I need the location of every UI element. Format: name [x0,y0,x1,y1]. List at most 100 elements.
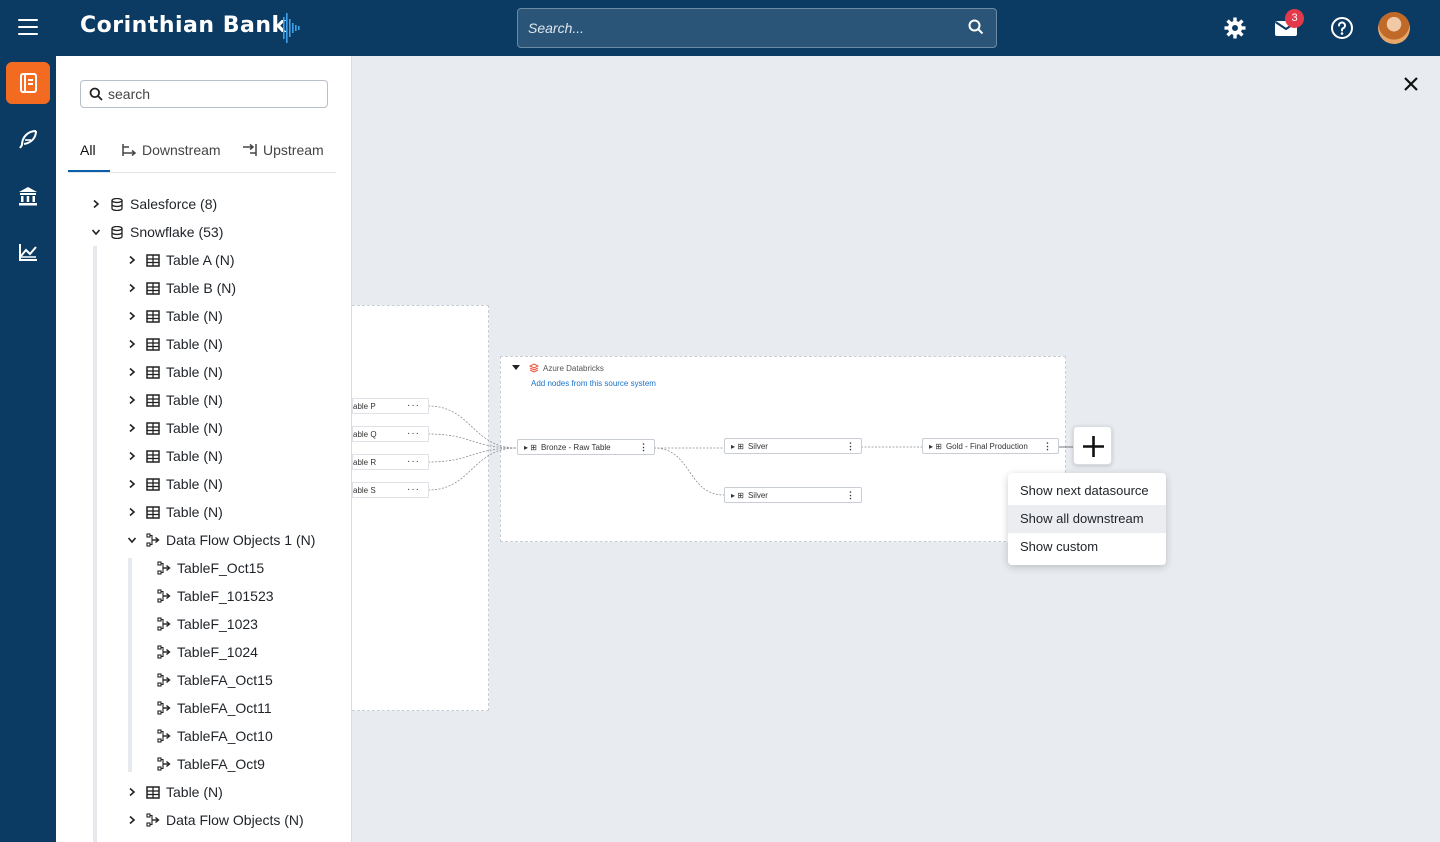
node-silver-1[interactable]: ▸ ⊞ Silver ⋮ [724,438,862,454]
left-node[interactable]: able R ··· [352,454,429,470]
lineage-panel: All Downstream Upstream Salesforce (8) Sn… [56,56,352,842]
chevron-right-icon[interactable] [126,394,138,406]
tab-upstream[interactable]: Upstream [242,142,324,158]
panel-search[interactable] [80,80,328,108]
menu-item-all-downstream[interactable]: Show all downstream [1008,505,1166,533]
tree-item[interactable]: Table (N) [126,474,223,494]
tree-item[interactable]: TableFA_Oct11 [157,698,272,718]
tab-all[interactable]: All [80,142,96,158]
tree-item[interactable]: Table B (N) [126,278,236,298]
chevron-right-icon[interactable] [90,198,102,210]
tree-item[interactable]: TableF_101523 [157,586,274,606]
dataflow-icon [157,729,171,743]
chevron-right-icon[interactable] [126,282,138,294]
avatar[interactable] [1378,12,1410,44]
tab-downstream[interactable]: Downstream [121,142,221,158]
tree-item-label: Table (N) [166,448,223,464]
global-search-input[interactable] [528,9,948,47]
left-node[interactable]: able P ··· [352,398,429,414]
tree-item[interactable]: Salesforce (8) [90,194,217,214]
chevron-right-icon[interactable] [126,338,138,350]
tree-item-label: TableF_101523 [177,588,274,604]
search-icon[interactable] [968,19,984,35]
tree-item[interactable]: TableF_Oct15 [157,558,264,578]
tree-item[interactable]: Table (N) [126,306,223,326]
help-icon[interactable] [1330,16,1354,40]
left-node[interactable]: able Q ··· [352,426,429,442]
tree-item[interactable]: Table (N) [126,390,223,410]
app-header: Corinthian Bank 3 [0,0,1440,56]
collapse-triangle-icon[interactable] [512,364,520,372]
left-node[interactable]: able S ··· [352,482,429,498]
active-tab-indicator [68,170,110,172]
menu-item-custom[interactable]: Show custom [1008,533,1166,561]
chevron-right-icon[interactable] [126,422,138,434]
tree-item[interactable]: Table (N) [126,418,223,438]
tree-item-label: Table (N) [166,504,223,520]
rail-item-catalog[interactable] [6,62,50,104]
rail-item-analytics[interactable] [6,231,50,273]
chart-icon [19,244,37,261]
tree-item-label: Table (N) [166,308,223,324]
tree-item[interactable]: Table (N) [126,334,223,354]
tree-item-label: Salesforce (8) [130,196,218,212]
database-icon [110,225,124,239]
global-search[interactable] [517,8,997,48]
left-rail [0,56,56,842]
tree-item[interactable]: Data Flow Objects 1 (N) [126,530,315,550]
tree-item[interactable]: Table (N) [126,446,223,466]
table-icon [146,281,160,295]
chevron-down-icon[interactable] [126,534,138,546]
tree-item[interactable]: TableFA_Oct15 [157,670,273,690]
table-icon [146,477,160,491]
tree-item-label: TableFA_Oct10 [177,728,273,744]
chevron-right-icon[interactable] [126,786,138,798]
tree-item[interactable]: TableFA_Oct9 [157,754,265,774]
tree-item-label: Table (N) [166,784,223,800]
chevron-right-icon[interactable] [126,814,138,826]
tree-item-label: TableFA_Oct9 [177,756,265,772]
chevron-right-icon[interactable] [126,310,138,322]
panel-search-input[interactable] [108,81,318,107]
settings-icon[interactable] [1223,16,1247,40]
chevron-right-icon[interactable] [126,506,138,518]
table-icon [146,449,160,463]
tree-item[interactable]: Table A (N) [126,250,234,270]
brand-title: Corinthian Bank [80,13,287,38]
tree-item[interactable]: Data Flow Objects (N) [126,810,304,830]
tree-item[interactable]: Table (N) [126,362,223,382]
close-icon[interactable] [1402,75,1420,93]
rail-item-lineage[interactable] [6,118,50,160]
rail-item-institution[interactable] [6,175,50,217]
node-silver-2[interactable]: ▸ ⊞ Silver ⋮ [724,487,862,503]
tree-item[interactable]: Table (N) [126,782,223,802]
hamburger-icon[interactable] [18,19,38,37]
dataflow-icon [157,701,171,715]
chevron-down-icon[interactable] [90,226,102,238]
direction-tabs: All Downstream Upstream [68,128,336,173]
dataflow-icon [157,673,171,687]
tree-item[interactable]: TableFA_Oct10 [157,726,273,746]
chevron-right-icon[interactable] [126,478,138,490]
node-gold[interactable]: ▸ ⊞ Gold - Final Production ⋮ [922,438,1059,454]
tree-item-label: Table (N) [166,392,223,408]
databricks-logo-icon [529,363,539,373]
menu-item-next-datasource[interactable]: Show next datasource [1008,477,1166,505]
tree-item[interactable]: Snowflake (53) [90,222,223,242]
chevron-right-icon[interactable] [126,366,138,378]
tree-item-label: TableF_1024 [177,644,258,660]
expand-downstream-button[interactable] [1073,426,1112,465]
dataflow-icon [146,533,160,547]
node-bronze[interactable]: ▸ ⊞ Bronze - Raw Table ⋮ [517,439,655,455]
chevron-right-icon[interactable] [126,254,138,266]
tree-item-label: Data Flow Objects 1 (N) [166,532,316,548]
tree-item-label: TableF_Oct15 [177,560,265,576]
table-icon [146,785,160,799]
book-icon [20,73,37,93]
dataflow-icon [157,589,171,603]
tree-item[interactable]: TableF_1024 [157,642,258,662]
chevron-right-icon[interactable] [126,450,138,462]
tree-item-label: Data Flow Objects (N) [166,812,304,828]
tree-item[interactable]: Table (N) [126,502,223,522]
tree-item[interactable]: TableF_1023 [157,614,258,634]
